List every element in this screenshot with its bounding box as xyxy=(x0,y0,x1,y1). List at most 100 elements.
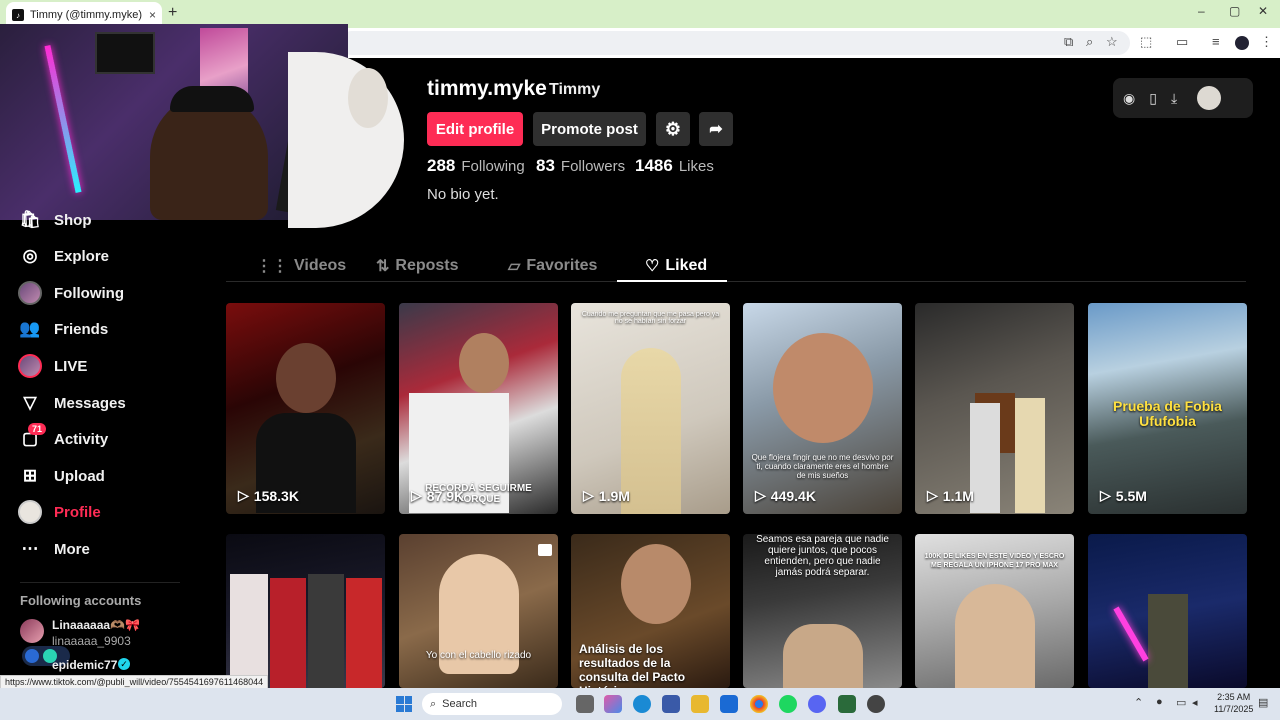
video-card[interactable]: Seamos esa pareja que nadie quiere junto… xyxy=(743,534,902,688)
sidebar-item-messages[interactable]: ▽ Messages xyxy=(18,389,126,417)
discord-icon[interactable] xyxy=(808,695,826,713)
edit-profile-button[interactable]: Edit profile xyxy=(427,112,523,146)
sidebar-item-activity[interactable]: ▢ 71 Activity xyxy=(18,423,109,453)
account-display-name[interactable]: Linaaaaaa🫶🏽🎀 xyxy=(52,618,140,632)
view-count: ▷ 158.3K xyxy=(238,487,299,504)
minimize-button[interactable]: – xyxy=(1198,4,1205,18)
video-thumb-person xyxy=(621,544,691,624)
view-count-label: 5.5M xyxy=(1115,487,1147,504)
microphone-icon[interactable]: ● xyxy=(1156,696,1163,708)
extensions-icon[interactable]: ⬚ xyxy=(1140,34,1152,50)
grid-icon: ⋮⋮ xyxy=(256,258,288,275)
header-profile-avatar[interactable] xyxy=(1197,86,1222,110)
video-card[interactable]: Prueba de Fobia Ufufobia ▷ 5.5M xyxy=(1088,303,1247,514)
download-icon[interactable]: ⤓ xyxy=(1171,90,1177,107)
sidebar-item-friends[interactable]: 👥 Friends xyxy=(18,315,108,343)
coins-icon[interactable]: ◉ xyxy=(1123,90,1135,107)
upload-icon: ⊞ xyxy=(22,466,38,485)
tab-videos[interactable]: ⋮⋮ Videos xyxy=(256,252,346,280)
chrome-icon[interactable] xyxy=(750,695,768,713)
tiktok-favicon-icon: ♪ xyxy=(12,9,24,21)
store-icon[interactable] xyxy=(662,695,680,713)
copilot-icon[interactable] xyxy=(604,695,622,713)
bookmark-icon: ▱ xyxy=(508,258,521,275)
video-thumb-performer xyxy=(1148,594,1188,688)
sidebar-item-label: Upload xyxy=(54,467,105,485)
sidebar-item-profile[interactable]: Profile xyxy=(18,498,101,526)
sidebar-item-explore[interactable]: ◎ Explore xyxy=(18,242,109,270)
video-card[interactable]: RECORDÁ SEGUIRME PORQUE ▷ 87.9K xyxy=(399,303,558,514)
browser-menu-icon[interactable]: ⋮ xyxy=(1260,34,1273,50)
edge-icon[interactable] xyxy=(633,695,651,713)
video-card[interactable] xyxy=(226,534,385,688)
video-card[interactable]: Análisis de los resultados de la consult… xyxy=(571,534,730,688)
video-card[interactable]: Yo con el cabello rizado xyxy=(399,534,558,688)
file-explorer-icon[interactable] xyxy=(691,695,709,713)
xbox-icon[interactable] xyxy=(838,695,856,713)
clock[interactable]: 2:35 AM 11/7/2025 xyxy=(1214,691,1253,715)
address-bar[interactable] xyxy=(340,31,1130,55)
tab-close-icon[interactable]: × xyxy=(149,8,156,22)
likes-stat: 1486 Likes xyxy=(635,156,714,176)
view-count: ▷ 449.4K xyxy=(755,487,816,504)
sidebar-item-label: Friends xyxy=(54,320,109,338)
profile-bio: No bio yet. xyxy=(427,186,499,203)
tray-chevron-icon[interactable]: ⌃ xyxy=(1134,696,1143,709)
live-avatar xyxy=(18,354,42,378)
network-icon[interactable]: ▭ xyxy=(1176,696,1186,709)
settings-gear-icon[interactable]: ⚙ xyxy=(656,112,690,146)
promote-post-button[interactable]: Promote post xyxy=(533,112,646,146)
taskbar-search[interactable]: ⌕ Search xyxy=(422,693,562,715)
cast-icon[interactable]: ▭ xyxy=(1176,34,1188,50)
video-caption: Cuando me preguntan que me pasa pero ya … xyxy=(581,311,720,325)
volume-icon[interactable]: ◂ xyxy=(1192,696,1198,709)
video-card[interactable] xyxy=(1088,534,1247,688)
video-thumb-person xyxy=(1015,398,1045,513)
video-card[interactable]: 100K DE LIKES EN ESTE VIDEO Y ESCRO ME R… xyxy=(915,534,1074,688)
video-card[interactable]: ▷ 1.1M xyxy=(915,303,1074,514)
window-close-button[interactable]: ✕ xyxy=(1258,4,1268,18)
tab-liked[interactable]: ♡ Liked xyxy=(645,252,707,280)
view-count: ▷ 5.5M xyxy=(1100,487,1147,504)
start-button[interactable] xyxy=(396,696,412,712)
video-card[interactable]: Que flojera fingir que no me desvivo por… xyxy=(743,303,902,514)
tab-favorites[interactable]: ▱ Favorites xyxy=(508,252,597,280)
view-count-label: 449.4K xyxy=(770,487,816,504)
play-icon: ▷ xyxy=(1100,487,1111,503)
outlook-icon[interactable] xyxy=(720,695,738,713)
sidebar-item-more[interactable]: ⋯ More xyxy=(18,535,90,563)
spotify-icon[interactable] xyxy=(779,695,797,713)
notifications-icon[interactable]: ▤ xyxy=(1258,696,1268,709)
install-app-icon[interactable]: ⧉ xyxy=(1064,34,1073,50)
sidebar-item-upload[interactable]: ⊞ Upload xyxy=(18,462,105,490)
browser-profile-avatar[interactable] xyxy=(1235,36,1249,50)
sidebar-item-shop[interactable]: 🛍 Shop xyxy=(18,206,91,234)
activity-badge: 71 xyxy=(28,423,47,435)
sidebar-item-label: Following xyxy=(54,284,124,302)
followers-stat[interactable]: 83 Followers xyxy=(536,156,625,176)
sidebar-item-following[interactable]: Following xyxy=(18,279,124,307)
sidebar-item-label: Messages xyxy=(54,394,126,412)
new-tab-button[interactable]: + xyxy=(168,4,177,22)
media-control-icon[interactable]: ≡ xyxy=(1212,34,1220,49)
task-view-icon[interactable] xyxy=(576,695,594,713)
sidebar-item-live[interactable]: LIVE xyxy=(18,352,87,380)
clock-date: 11/7/2025 xyxy=(1214,704,1254,714)
view-count-label: 1.1M xyxy=(942,487,974,504)
play-icon: ▷ xyxy=(411,487,422,503)
bookmark-star-icon[interactable]: ☆ xyxy=(1106,34,1118,50)
obs-icon[interactable] xyxy=(867,695,885,713)
video-card[interactable]: ▷ 158.3K xyxy=(226,303,385,514)
sidebar-item-label: Activity xyxy=(54,430,109,448)
share-icon[interactable]: ➦ xyxy=(699,112,733,146)
account-display-name[interactable]: epidemic77 xyxy=(52,658,117,672)
tab-reposts[interactable]: ⇅ Reposts xyxy=(376,252,459,280)
account-avatar[interactable] xyxy=(20,619,44,643)
windows-taskbar: ⌕ Search ⌃ ● ▭ ◂ 2:35 AM 11/7/2025 ▤ xyxy=(0,688,1280,720)
following-stat[interactable]: 288 Following xyxy=(427,156,525,176)
zoom-icon[interactable]: ⌕ xyxy=(1086,34,1093,50)
device-icon[interactable]: ▯ xyxy=(1149,90,1157,107)
video-card[interactable]: Cuando me preguntan que me pasa pero ya … xyxy=(571,303,730,514)
maximize-button[interactable]: ▢ xyxy=(1229,4,1240,18)
profile-avatar[interactable] xyxy=(288,52,404,228)
